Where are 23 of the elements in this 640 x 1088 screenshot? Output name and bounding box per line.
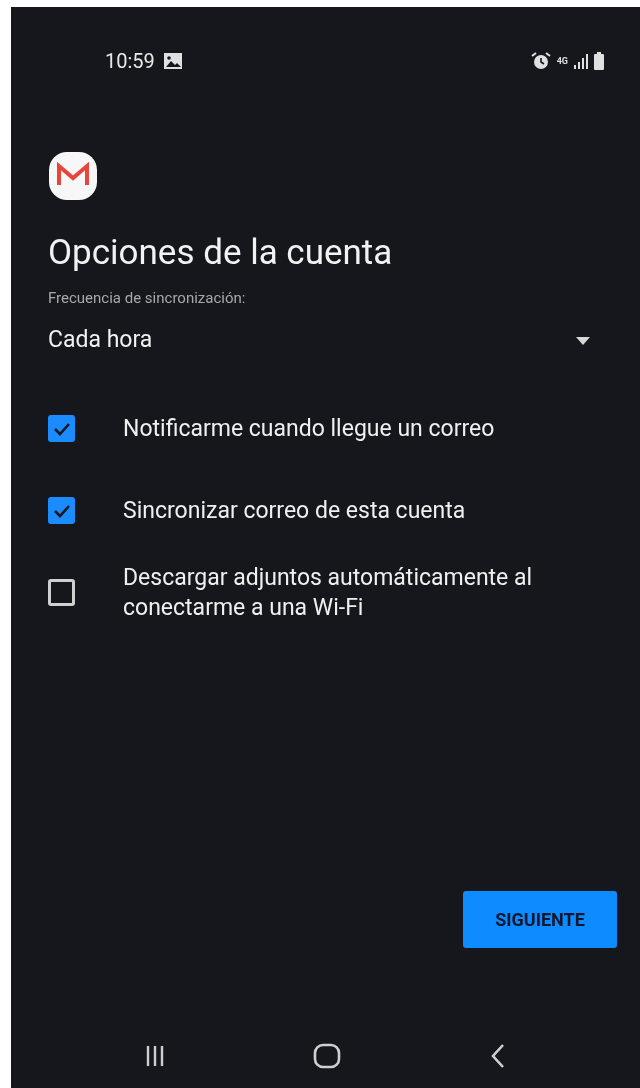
sync-frequency-label: Frecuencia de sincronización:	[48, 288, 247, 309]
option-label: Sincronizar correo de esta cuenta	[123, 495, 466, 526]
alarm-clock-icon	[530, 51, 551, 71]
network-type: 4G	[556, 56, 568, 66]
sync-frequency-dropdown[interactable]: Cada hora	[48, 323, 594, 358]
signal-icon	[574, 53, 588, 69]
home-icon[interactable]	[313, 1043, 342, 1069]
checkbox[interactable]	[48, 497, 75, 524]
clock: 10:59	[105, 48, 155, 75]
checkbox[interactable]	[48, 415, 75, 442]
dropdown-caret-icon	[576, 336, 590, 345]
checkmark-icon	[52, 421, 71, 436]
back-icon[interactable]	[489, 1043, 506, 1069]
mail-logo-icon	[48, 151, 98, 201]
page-title: Opciones de la cuenta	[48, 231, 394, 275]
next-button[interactable]: SIGUIENTE	[463, 891, 617, 948]
image-icon	[162, 52, 183, 70]
checkbox[interactable]	[48, 579, 75, 606]
checkmark-icon	[52, 503, 71, 518]
option-label: Notificarme cuando llegue un correo	[123, 413, 495, 444]
battery-icon	[594, 52, 604, 70]
option-label: Descargar adjuntos automáticamente al conectarme a una Wi-Fi	[123, 562, 534, 623]
recent-apps-icon[interactable]	[145, 1044, 166, 1068]
